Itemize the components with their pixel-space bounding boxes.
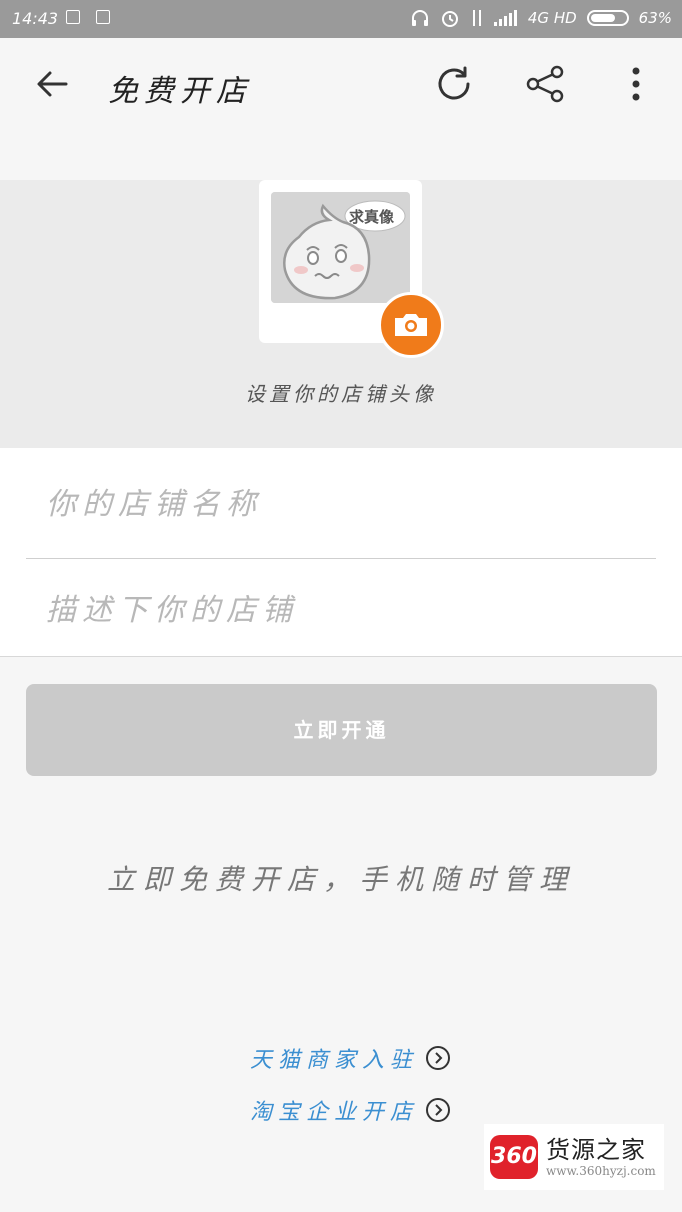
taobao-enterprise-label: 淘宝企业开店 [250, 1100, 419, 1125]
share-icon[interactable] [523, 62, 567, 106]
network-type: 4G HD [527, 9, 577, 27]
shop-description-field [26, 566, 656, 654]
avatar-placeholder-image: 求真像 [271, 192, 410, 303]
alarm-icon [441, 11, 458, 27]
watermark: 360 货源之家 www.360hyzj.com [484, 1124, 664, 1190]
speech-bubble-text: 求真像 [349, 208, 395, 226]
headphones-icon [411, 10, 428, 26]
chevron-right-circle-icon [426, 1098, 451, 1122]
signal-icon [493, 10, 517, 26]
more-vertical-icon[interactable] [614, 62, 658, 106]
camera-button[interactable] [378, 292, 444, 358]
battery-icon [586, 10, 629, 26]
battery-percent: 63% [638, 9, 672, 27]
data-transfer-icon [472, 10, 481, 26]
watermark-url: www.360hyzj.com [546, 1164, 656, 1178]
page-title: 免费开店 [108, 74, 252, 109]
taobao-enterprise-link[interactable]: 淘宝企业开店 [250, 1094, 451, 1126]
slogan-text: 立即免费开店，手机随时管理 [106, 863, 575, 896]
refresh-icon[interactable] [432, 62, 476, 106]
status-time: 14:43 [12, 9, 59, 28]
status-right: 4G HD 63% [410, 8, 672, 28]
avatar-caption: 设置你的店铺头像 [245, 382, 437, 406]
avatar-section: 求真像 设置你的店铺头像 [0, 180, 682, 448]
watermark-title: 货源之家 [546, 1136, 646, 1164]
tmall-merchant-label: 天猫商家入驻 [250, 1048, 419, 1073]
notification-icon [96, 10, 110, 24]
tmall-merchant-link[interactable]: 天猫商家入驻 [250, 1042, 451, 1074]
shop-form [0, 448, 682, 657]
chevron-right-circle-icon [426, 1046, 451, 1070]
toolbar: 免费开店 [0, 38, 682, 130]
camera-icon [395, 314, 427, 336]
shop-name-field [26, 450, 656, 559]
status-bar: 14:43 4G HD 63% [0, 0, 682, 38]
shop-name-input[interactable] [26, 450, 656, 558]
watermark-logo: 360 [490, 1135, 538, 1179]
watermark-text: 货源之家 www.360hyzj.com [546, 1136, 656, 1178]
back-arrow-icon[interactable] [32, 64, 72, 104]
notification-icon [66, 10, 80, 24]
shop-description-input[interactable] [26, 566, 656, 654]
open-shop-button[interactable]: 立即开通 [26, 684, 657, 776]
